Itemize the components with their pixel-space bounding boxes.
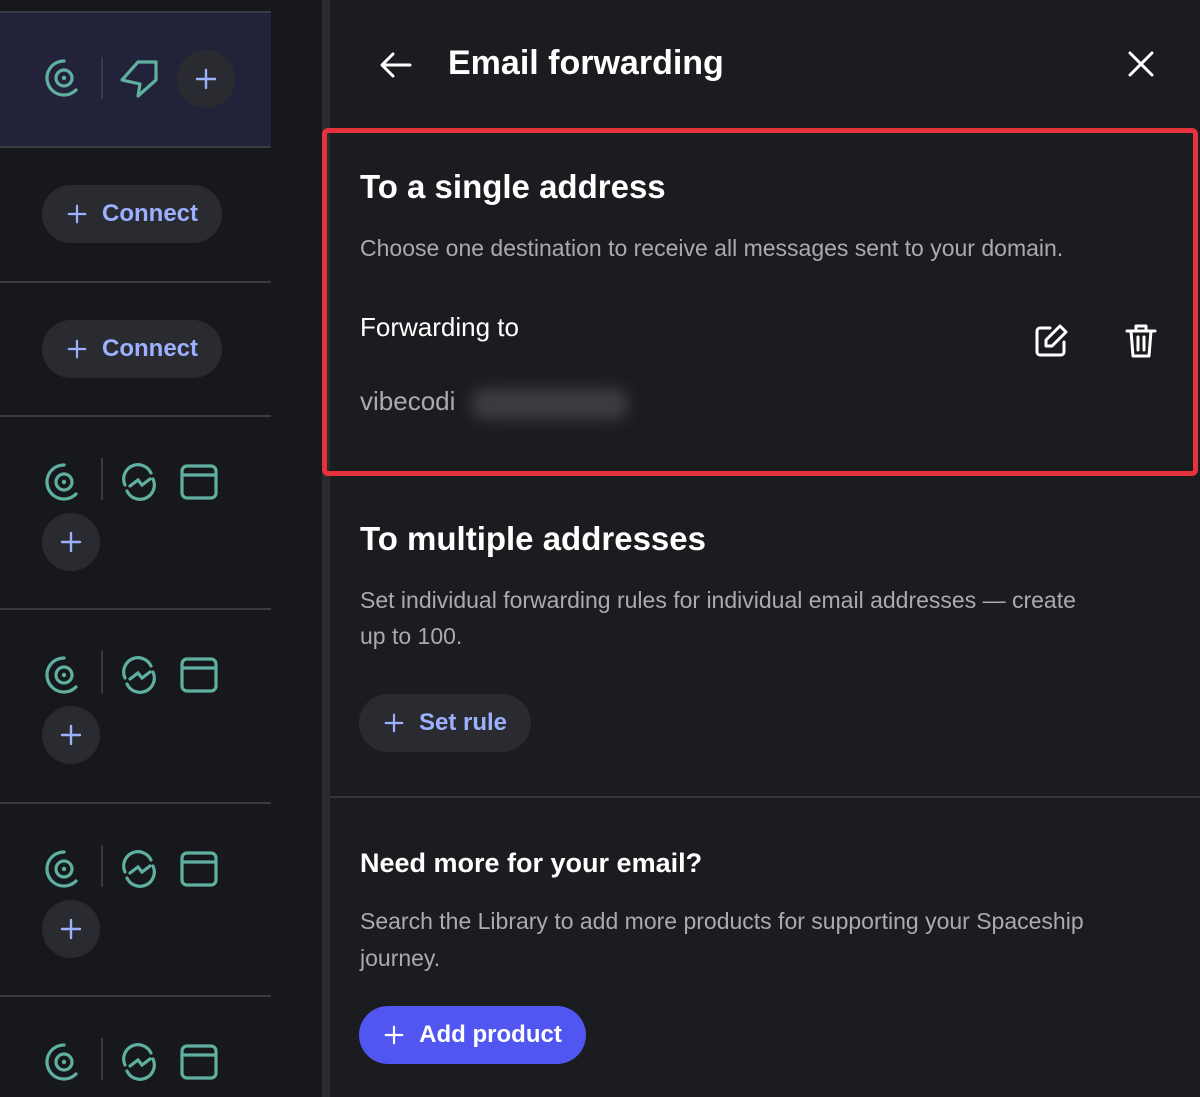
arrow-left-icon [380, 52, 412, 78]
forwarding-address: vibecodi [360, 386, 456, 416]
tag-icon[interactable] [118, 58, 160, 100]
separator [101, 651, 103, 693]
single-address-description: Choose one destination to receive all me… [360, 235, 1064, 261]
add-button[interactable] [42, 706, 100, 764]
connect-label: Connect [102, 200, 198, 227]
redacted-address [472, 388, 628, 420]
plus-icon [60, 918, 82, 940]
plus-icon [60, 531, 82, 553]
row-divider [0, 415, 271, 417]
add-button[interactable] [42, 513, 100, 571]
add-button[interactable] [177, 50, 235, 108]
sync-icon[interactable] [118, 848, 160, 890]
browser-window-icon[interactable] [179, 462, 219, 502]
target-icon[interactable] [44, 58, 84, 98]
row-divider [0, 608, 271, 610]
plus-icon [67, 339, 87, 359]
edit-button[interactable] [1032, 322, 1070, 360]
target-icon[interactable] [44, 849, 84, 889]
plus-icon [384, 1025, 404, 1045]
need-more-description-line1: Search the Library to add more products … [360, 908, 1084, 934]
add-product-label: Add product [419, 1021, 562, 1048]
close-icon [1128, 51, 1154, 77]
single-address-heading: To a single address [360, 168, 666, 205]
row-divider [0, 281, 271, 283]
need-more-description-line2: journey. [360, 945, 441, 971]
separator [101, 845, 103, 887]
back-button[interactable] [378, 47, 414, 83]
multiple-addresses-description-line1: Set individual forwarding rules for indi… [360, 587, 1076, 613]
set-rule-label: Set rule [418, 709, 508, 736]
browser-window-icon[interactable] [179, 849, 219, 889]
page-title: Email forwarding [448, 44, 724, 82]
connect-button[interactable]: Connect [42, 185, 222, 243]
trash-icon [1125, 324, 1157, 358]
target-icon[interactable] [44, 1042, 84, 1082]
connect-label: Connect [102, 335, 198, 362]
need-more-heading: Need more for your email? [360, 848, 703, 878]
browser-window-icon[interactable] [179, 655, 219, 695]
sync-icon[interactable] [118, 1041, 160, 1083]
sync-icon[interactable] [118, 654, 160, 696]
separator [101, 57, 103, 99]
connect-button[interactable]: Connect [42, 320, 222, 378]
add-product-button[interactable]: Add product [359, 1006, 586, 1064]
browser-window-icon[interactable] [179, 1042, 219, 1082]
add-button[interactable] [42, 900, 100, 958]
plus-icon [195, 68, 217, 90]
set-rule-button[interactable]: Set rule [359, 694, 531, 752]
plus-icon [67, 204, 87, 224]
row-divider [0, 802, 271, 804]
multiple-addresses-heading: To multiple addresses [360, 520, 706, 557]
edit-icon [1035, 324, 1068, 357]
forwarding-label: Forwarding to [360, 312, 519, 342]
close-button[interactable] [1124, 47, 1158, 81]
multiple-addresses-description-line2: up to 100. [360, 623, 463, 649]
plus-icon [60, 724, 82, 746]
delete-button[interactable] [1122, 322, 1160, 360]
target-icon[interactable] [44, 655, 84, 695]
row-divider [0, 146, 271, 148]
product-list: Connect Connect [0, 0, 325, 1097]
separator [101, 458, 103, 500]
sync-icon[interactable] [118, 461, 160, 503]
target-icon[interactable] [44, 462, 84, 502]
row-divider [0, 995, 271, 997]
separator [101, 1038, 103, 1080]
section-divider [330, 796, 1200, 798]
plus-icon [384, 713, 404, 733]
